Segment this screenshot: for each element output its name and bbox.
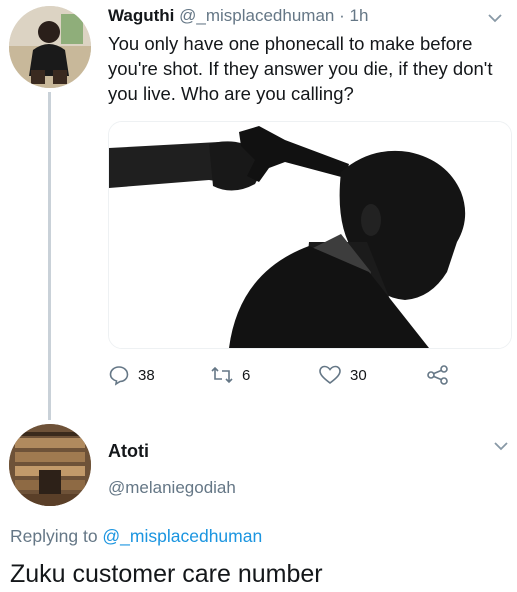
reply-chevron-down-icon[interactable] (493, 440, 509, 452)
tweet-header: Waguthi @_misplacedhuman · 1h (108, 6, 368, 26)
reply-button[interactable]: 38 (108, 364, 155, 386)
retweet-button[interactable]: 6 (210, 364, 250, 386)
retweet-icon (211, 366, 233, 384)
tweet-timestamp[interactable]: 1h (349, 6, 368, 25)
heart-icon (319, 365, 341, 385)
like-button[interactable]: 30 (318, 364, 367, 386)
author-handle[interactable]: @_misplacedhuman (179, 6, 334, 25)
reply-author-name[interactable]: Atoti (108, 441, 149, 462)
reply-bubble-icon (109, 366, 129, 386)
reply-author-avatar[interactable] (9, 424, 91, 506)
share-button[interactable] (426, 364, 458, 386)
tweet-actions-bar: 38 6 30 (108, 364, 468, 390)
library-photo-icon (9, 424, 91, 506)
replying-to-mention-link[interactable]: @_misplacedhuman (102, 526, 262, 546)
chevron-down-icon[interactable] (487, 12, 503, 24)
header-separator: · (334, 6, 350, 25)
retweet-count: 6 (242, 366, 251, 384)
author-name[interactable]: Waguthi (108, 6, 174, 25)
thread-connector-line (48, 92, 51, 420)
share-icon (427, 365, 448, 385)
tweet-media-image[interactable] (108, 121, 512, 349)
reply-count: 38 (138, 366, 155, 384)
replying-to-line: Replying to @_misplacedhuman (10, 526, 262, 547)
reply-author-handle[interactable]: @melaniegodiah (108, 478, 236, 498)
like-count: 30 (350, 366, 367, 384)
tweet-text: You only have one phonecall to make befo… (108, 33, 493, 104)
author-avatar[interactable] (9, 6, 91, 88)
silhouette-gun-to-head-photo-icon (109, 122, 511, 348)
avatar-photo-icon (9, 6, 91, 88)
reply-text: Zuku customer care number (10, 560, 323, 588)
replying-to-prefix: Replying to (10, 526, 103, 546)
